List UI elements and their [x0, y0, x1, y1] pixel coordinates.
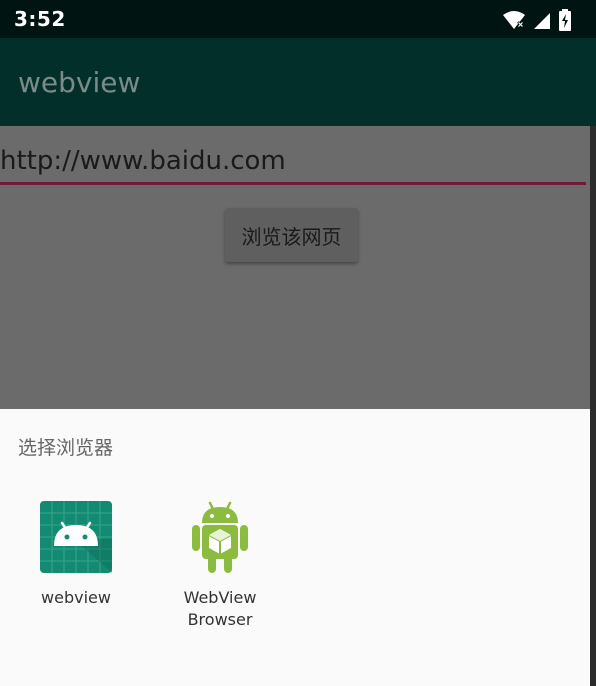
signal-icon — [534, 13, 550, 29]
webview-browser-icon — [192, 501, 248, 573]
android-app-icon — [40, 501, 112, 573]
url-input-underline — [0, 182, 586, 185]
browse-page-button[interactable]: 浏览该网页 — [225, 208, 358, 262]
chooser-title: 选择浏览器 — [18, 437, 114, 459]
chooser-app-label: WebView Browser — [183, 588, 257, 629]
wifi-icon — [503, 11, 525, 29]
status-icons — [502, 9, 572, 31]
url-input[interactable]: http://www.baidu.com — [0, 146, 286, 176]
status-time: 3:52 — [14, 7, 66, 31]
chooser-app-webview[interactable]: webview — [16, 499, 136, 609]
app-title: webview — [18, 66, 141, 99]
chooser-app-label: webview — [41, 588, 111, 607]
app-bar: webview — [0, 38, 596, 126]
battery-charging-icon — [559, 9, 571, 31]
chooser-app-webview-browser[interactable]: WebView Browser — [160, 499, 280, 631]
screen: 3:52 webview http://www.baidu.com 浏览该网页 — [0, 0, 596, 686]
status-bar: 3:52 — [0, 0, 596, 38]
screen-edge — [590, 126, 596, 686]
content-area: http://www.baidu.com 浏览该网页 — [0, 126, 596, 409]
browser-chooser-sheet: 选择浏览器 webview WebView Browser — [0, 409, 590, 686]
